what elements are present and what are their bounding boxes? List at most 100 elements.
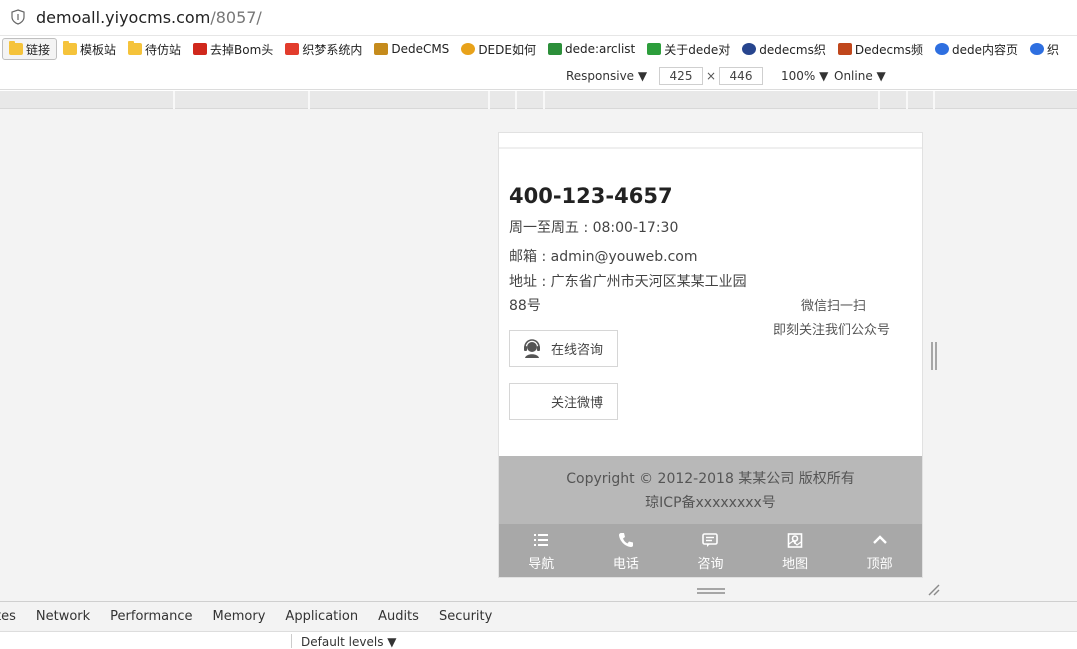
height-resize-handle[interactable]: [697, 588, 725, 594]
bookmark-label: 去掉Bom头: [210, 42, 274, 57]
customer-service-icon: [524, 338, 540, 358]
nav-label: 导航: [528, 557, 555, 572]
nav-item-menu[interactable]: 导航: [499, 524, 584, 577]
devtools-tab[interactable]: tes: [0, 609, 26, 624]
bookmark-item[interactable]: dede:arclist: [542, 38, 641, 60]
site-info-icon[interactable]: [10, 9, 26, 25]
nav-item-consult[interactable]: 咨询: [668, 524, 753, 577]
bookmark-label: 模板站: [80, 42, 117, 57]
online-consult-button[interactable]: 在线咨询: [509, 330, 618, 367]
url-text[interactable]: demoall.yiyocms.com/8057/: [36, 8, 262, 27]
dedecms-logo-icon: [374, 43, 389, 55]
bookmarks-bar: 链接 模板站 待仿站 去掉Bom头 织梦系统内 DedeCMS DEDE如何 dede:arc…: [0, 36, 1077, 62]
bookmark-label: 待仿站: [145, 42, 182, 57]
bookmark-label: DedeCMS: [391, 42, 450, 56]
devtools-tab[interactable]: Network: [26, 609, 100, 624]
responsive-dropdown[interactable]: Responsive ▼: [566, 69, 647, 83]
ruler-divider: [906, 91, 908, 109]
bookmark-item[interactable]: 织梦系统内: [279, 38, 368, 60]
ruler-divider: [543, 91, 545, 109]
ruler-divider: [173, 91, 175, 109]
nav-label: 咨询: [697, 557, 724, 572]
bookmark-label: dedecms织: [759, 42, 826, 57]
ruler-divider: [878, 91, 880, 109]
baidu-paw-icon: [1030, 43, 1045, 55]
phone-icon: [618, 533, 633, 547]
bookmark-item[interactable]: dede内容页: [929, 38, 1024, 60]
dimension-separator: ×: [706, 69, 717, 83]
qr-caption-line1: 微信扫一扫: [801, 299, 867, 314]
chat-icon: [702, 533, 719, 547]
contact-email: 邮箱 : admin@youweb.com: [509, 249, 698, 265]
bookmark-label: 织: [1047, 42, 1060, 57]
blue-circle-icon: [742, 43, 757, 55]
bookmark-item[interactable]: 模板站: [57, 38, 122, 60]
bookmark-label: 织梦系统内: [302, 42, 363, 57]
nav-item-top[interactable]: 顶部: [837, 524, 922, 577]
colorful-grid-icon: [285, 43, 300, 55]
viewport-height-input[interactable]: 446: [719, 67, 763, 85]
ruler-divider: [308, 91, 310, 109]
b-letter-icon: [837, 43, 852, 55]
contact-address: 地址 : 广东省广州市天河区某某工业园88号: [509, 274, 747, 314]
bookmark-item[interactable]: 织: [1024, 38, 1065, 60]
bookmark-label: dede内容页: [952, 42, 1019, 57]
nav-item-phone[interactable]: 电话: [584, 524, 669, 577]
contact-phone-number: 400-123-4657: [509, 184, 673, 208]
bookmark-item[interactable]: Dedecms频: [832, 38, 929, 60]
network-throttle-dropdown[interactable]: Online ▼: [834, 69, 886, 83]
corner-resize-icon[interactable]: [927, 583, 941, 597]
weibo-label: 关注微博: [551, 396, 604, 411]
bookmark-item[interactable]: DedeCMS: [368, 38, 455, 60]
baidu-paw-icon: [935, 43, 949, 55]
bookmark-label: DEDE如何: [478, 42, 536, 57]
devtools-tab[interactable]: Memory: [203, 609, 276, 624]
device-toolbar: Responsive ▼ 425 × 446 100% ▼ Online ▼: [0, 62, 1077, 90]
devtools-tab[interactable]: Security: [429, 609, 502, 624]
folder-icon: [63, 41, 78, 55]
devtools-tab-strip: tesNetworkPerformanceMemoryApplicationAu…: [0, 602, 502, 630]
business-hours: 周一至周五 : 08:00-17:30: [509, 220, 679, 236]
zoom-dropdown[interactable]: 100% ▼: [781, 69, 828, 83]
bookmark-item[interactable]: DEDE如何: [455, 38, 542, 60]
log-levels-dropdown[interactable]: Default levels ▼: [301, 635, 397, 649]
bookmark-item[interactable]: dedecms织: [736, 38, 832, 60]
viewport-width-input[interactable]: 425: [659, 67, 703, 85]
site-footer: Copyright © 2012-2018 某某公司 版权所有 琼ICP备xxx…: [499, 456, 922, 524]
bookmark-item[interactable]: 关于dede对: [641, 38, 736, 60]
url-host: demoall.yiyocms.com: [36, 8, 211, 27]
bookmark-label: dede:arclist: [564, 42, 636, 56]
console-toolbar: Default levels ▼: [0, 631, 1077, 649]
qr-caption-line2: 即刻关注我们公众号: [773, 323, 891, 338]
icp-number: 琼ICP备xxxxxxxx号: [645, 495, 776, 511]
copyright-text: Copyright © 2012-2018 某某公司 版权所有: [566, 471, 855, 487]
green-g-icon: [647, 43, 662, 55]
list-icon: [534, 534, 549, 546]
folder-icon: [9, 41, 23, 55]
media-query-ruler[interactable]: [0, 91, 1077, 109]
devtools-tab[interactable]: Application: [275, 609, 368, 624]
ruler-divider: [515, 91, 517, 109]
follow-weibo-button[interactable]: 关注微博: [509, 383, 618, 420]
consult-label: 在线咨询: [551, 343, 604, 358]
nav-label: 电话: [612, 557, 639, 572]
header-divider: [499, 147, 922, 149]
bookmark-label: Dedecms频: [854, 42, 923, 57]
nav-label: 地图: [782, 557, 809, 572]
bottom-nav-bar: 导航 电话 咨询 地图 顶部: [499, 524, 922, 577]
nav-label: 顶部: [866, 557, 893, 572]
devtools-tab[interactable]: Performance: [100, 609, 202, 624]
bookmark-item[interactable]: 待仿站: [122, 38, 187, 60]
mobile-page: 400-123-4657 周一至周五 : 08:00-17:30 邮箱 : ad…: [498, 132, 923, 578]
nav-item-map[interactable]: 地图: [753, 524, 838, 577]
circle-logo-icon: [461, 43, 476, 55]
bookmark-item[interactable]: 链接: [2, 38, 58, 60]
address-bar[interactable]: demoall.yiyocms.com/8057/: [0, 0, 1077, 36]
devtools-panel: tesNetworkPerformanceMemoryApplicationAu…: [0, 601, 1077, 649]
red-c-icon: [193, 43, 208, 55]
bookmark-item[interactable]: 去掉Bom头: [187, 38, 279, 60]
ruler-divider: [933, 91, 935, 109]
devtools-tab[interactable]: Audits: [368, 609, 429, 624]
width-resize-handle[interactable]: [931, 342, 937, 370]
colorful-grid-icon: [547, 43, 562, 55]
